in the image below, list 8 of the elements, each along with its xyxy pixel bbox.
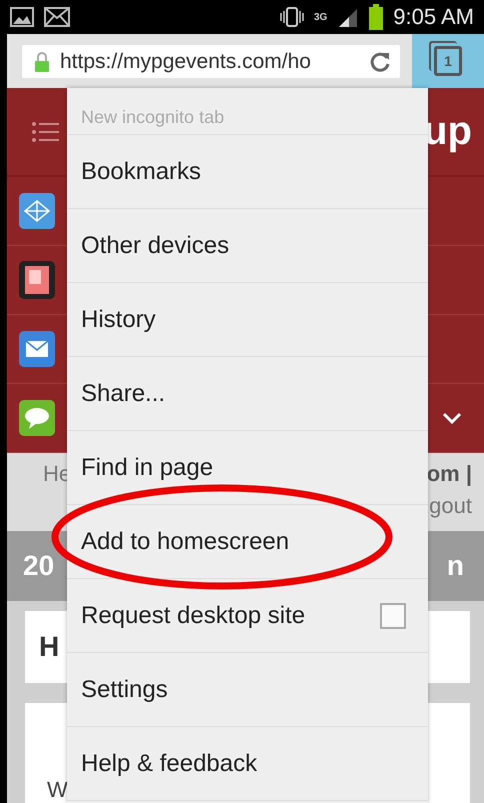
card-text: H — [39, 631, 60, 663]
url-text: https://mypgevents.com/ho — [60, 50, 312, 74]
clock: 9:05 AM — [393, 4, 474, 30]
banner-text: n — [446, 550, 464, 582]
account-text: om | — [426, 461, 472, 487]
network-type-label: 3G — [314, 12, 328, 23]
banner-text: 20 — [23, 550, 54, 582]
card-text: W — [47, 777, 68, 803]
